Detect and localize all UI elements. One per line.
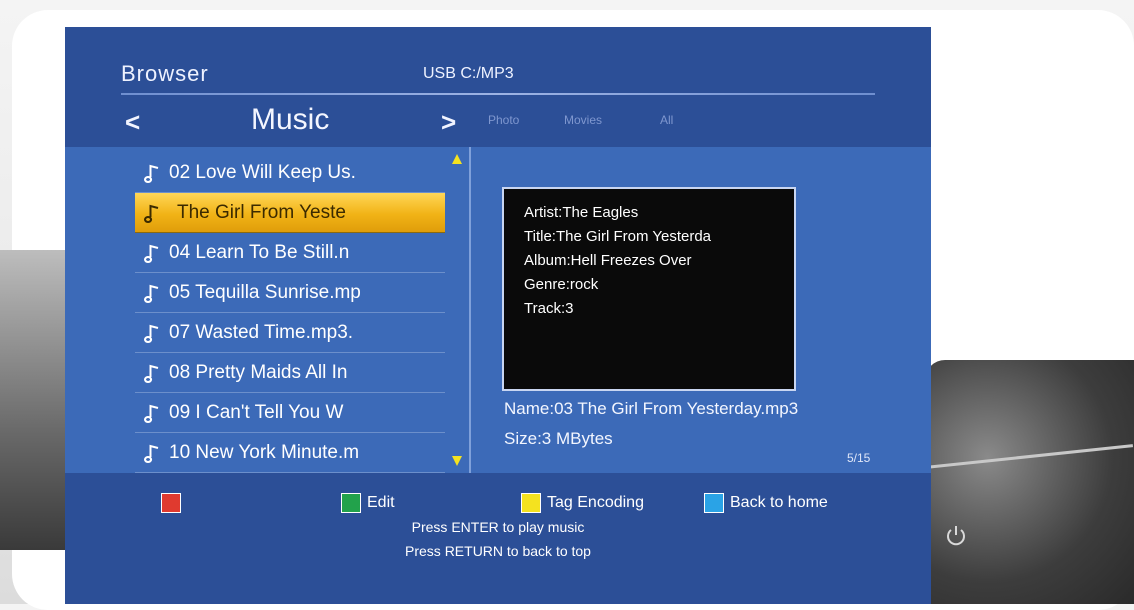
id3-info-box: Artist:The Eagles Title:The Girl From Ye… bbox=[502, 187, 796, 391]
next-category-button[interactable]: > bbox=[441, 107, 456, 138]
music-note-icon bbox=[144, 364, 159, 383]
file-label: 02 Love Will Keep Us. bbox=[169, 161, 356, 183]
artist-text: Artist:The Eagles bbox=[524, 204, 639, 221]
triangle-down-icon[interactable] bbox=[451, 455, 463, 467]
file-list: 02 Love Will Keep Us. The Girl From Yest… bbox=[135, 153, 445, 473]
back-home-label: Back to home bbox=[730, 494, 828, 511]
yellow-swatch bbox=[521, 493, 541, 513]
file-item[interactable]: 10 New York Minute.m bbox=[135, 433, 445, 473]
panel-divider bbox=[469, 147, 471, 473]
hint-enter: Press ENTER to play music bbox=[411, 519, 585, 535]
music-note-icon bbox=[144, 164, 159, 183]
triangle-up-icon[interactable] bbox=[451, 153, 463, 165]
genre-text: Genre:rock bbox=[524, 276, 599, 293]
file-item-selected[interactable]: The Girl From Yeste bbox=[135, 193, 445, 233]
page-counter: 5/15 bbox=[847, 451, 871, 465]
tag-encoding-label: Tag Encoding bbox=[547, 494, 644, 511]
tab-all[interactable]: All bbox=[660, 113, 673, 127]
tag-encoding-key[interactable]: Tag Encoding bbox=[521, 493, 644, 513]
red-key[interactable] bbox=[161, 493, 187, 513]
blue-swatch bbox=[704, 493, 724, 513]
music-note-icon bbox=[144, 404, 159, 423]
tab-photo[interactable]: Photo bbox=[488, 113, 519, 127]
red-swatch bbox=[161, 493, 181, 513]
file-item[interactable]: 09 I Can't Tell You W bbox=[135, 393, 445, 433]
tab-movies[interactable]: Movies bbox=[564, 113, 602, 127]
device-body-right bbox=[925, 360, 1134, 604]
prev-category-button[interactable]: < bbox=[125, 107, 140, 138]
current-category: Music bbox=[251, 103, 330, 136]
power-icon bbox=[947, 526, 965, 546]
music-note-icon bbox=[144, 324, 159, 343]
file-name-text: Name:03 The Girl From Yesterday.mp3 bbox=[504, 399, 799, 418]
title-text: Title:The Girl From Yesterda bbox=[524, 228, 712, 245]
file-item[interactable]: 04 Learn To Be Still.n bbox=[135, 233, 445, 273]
browser-content: 02 Love Will Keep Us. The Girl From Yest… bbox=[65, 147, 931, 473]
tv-screen: Browser USB C:/MP3 < Music > Photo Movie… bbox=[65, 27, 931, 604]
file-label: 07 Wasted Time.mp3. bbox=[169, 321, 354, 343]
edit-key-label: Edit bbox=[367, 494, 395, 511]
file-item[interactable]: 02 Love Will Keep Us. bbox=[135, 153, 445, 193]
file-label: 08 Pretty Maids All In bbox=[169, 361, 348, 383]
track-text: Track:3 bbox=[524, 300, 574, 317]
file-label: 09 I Can't Tell You W bbox=[169, 401, 344, 423]
file-label: 10 New York Minute.m bbox=[169, 441, 360, 463]
back-home-key[interactable]: Back to home bbox=[704, 493, 828, 513]
current-path: USB C:/MP3 bbox=[423, 65, 514, 82]
file-item[interactable]: 08 Pretty Maids All In bbox=[135, 353, 445, 393]
file-item[interactable]: 05 Tequilla Sunrise.mp bbox=[135, 273, 445, 313]
album-text: Album:Hell Freezes Over bbox=[524, 252, 692, 269]
file-label: 04 Learn To Be Still.n bbox=[169, 241, 350, 263]
file-size-text: Size:3 MBytes bbox=[504, 429, 613, 448]
file-label: The Girl From Yeste bbox=[177, 201, 346, 223]
file-item[interactable]: 07 Wasted Time.mp3. bbox=[135, 313, 445, 353]
music-note-icon bbox=[144, 284, 159, 303]
hint-return: Press RETURN to back to top bbox=[405, 543, 591, 559]
music-note-icon bbox=[144, 204, 159, 223]
music-note-icon bbox=[144, 244, 159, 263]
music-note-icon bbox=[144, 444, 159, 463]
file-label: 05 Tequilla Sunrise.mp bbox=[169, 281, 361, 303]
green-swatch bbox=[341, 493, 361, 513]
divider bbox=[121, 93, 875, 95]
edit-key[interactable]: Edit bbox=[341, 493, 395, 513]
page-title: Browser bbox=[121, 61, 209, 86]
